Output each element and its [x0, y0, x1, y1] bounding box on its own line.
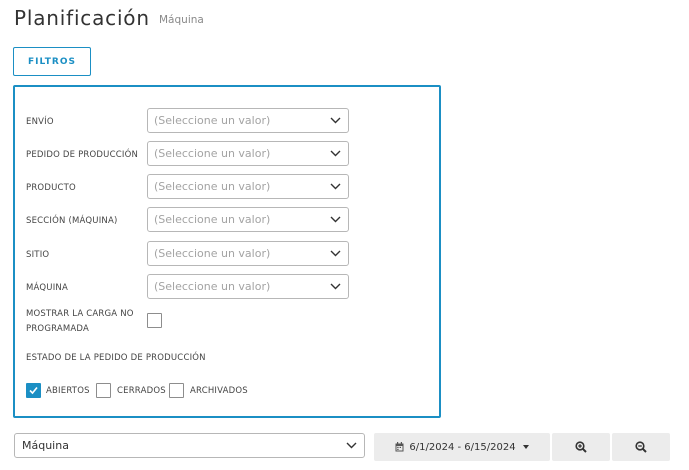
section-label: SECCIÓN (MÁQUINA): [26, 216, 118, 226]
chevron-down-icon: [330, 250, 341, 257]
view-select-value: Máquina: [22, 439, 69, 452]
product-label: PRODUCTO: [26, 183, 76, 193]
section-select[interactable]: (Seleccione un valor): [147, 207, 349, 232]
filter-panel: ENVÍO (Seleccione un valor) PEDIDO DE PR…: [13, 85, 441, 418]
open-orders-checkbox[interactable]: [26, 383, 41, 398]
chevron-down-icon: [346, 442, 357, 449]
date-range-button[interactable]: 6/1/2024 - 6/15/2024: [374, 433, 550, 461]
view-select[interactable]: Máquina: [14, 433, 365, 458]
unscheduled-load-label-line2: PROGRAMADA: [26, 324, 90, 334]
closed-orders-label: CERRADOS: [117, 386, 166, 396]
machine-select[interactable]: (Seleccione un valor): [147, 274, 349, 299]
site-select-placeholder: (Seleccione un valor): [154, 247, 271, 260]
production-order-select-placeholder: (Seleccione un valor): [154, 147, 271, 160]
archived-orders-checkbox[interactable]: [169, 383, 184, 398]
machine-label: MÁQUINA: [26, 283, 68, 293]
filters-button[interactable]: FILTROS: [13, 47, 91, 76]
machine-select-placeholder: (Seleccione un valor): [154, 280, 271, 293]
site-label: SITIO: [26, 250, 50, 260]
zoom-in-icon: [575, 441, 587, 453]
zoom-out-button[interactable]: [612, 433, 670, 461]
caret-down-icon: [522, 445, 529, 449]
closed-orders-checkbox[interactable]: [96, 383, 111, 398]
chevron-down-icon: [330, 183, 341, 190]
production-order-select[interactable]: (Seleccione un valor): [147, 141, 349, 166]
chevron-down-icon: [330, 216, 341, 223]
check-icon: [29, 386, 38, 395]
production-order-label: PEDIDO DE PRODUCCIÓN: [26, 150, 139, 160]
open-orders-label: ABIERTOS: [46, 386, 90, 396]
shipment-select[interactable]: (Seleccione un valor): [147, 108, 349, 133]
product-select[interactable]: (Seleccione un valor): [147, 174, 349, 199]
page-subtitle: Máquina: [159, 14, 204, 26]
product-select-placeholder: (Seleccione un valor): [154, 180, 271, 193]
zoom-out-icon: [635, 441, 647, 453]
site-select[interactable]: (Seleccione un valor): [147, 241, 349, 266]
page-title: Planificación: [14, 6, 150, 30]
unscheduled-load-label: MOSTRAR LA CARGA NO PROGRAMADA: [26, 307, 134, 337]
archived-orders-label: ARCHIVADOS: [190, 386, 248, 396]
zoom-in-button[interactable]: [552, 433, 610, 461]
shipment-label: ENVÍO: [26, 117, 54, 127]
chevron-down-icon: [330, 283, 341, 290]
unscheduled-load-label-line1: MOSTRAR LA CARGA NO: [26, 309, 134, 319]
order-state-title: ESTADO DE LA PEDIDO DE PRODUCCIÓN: [26, 353, 206, 363]
section-select-placeholder: (Seleccione un valor): [154, 213, 271, 226]
calendar-icon: [395, 442, 404, 452]
unscheduled-load-checkbox[interactable]: [147, 313, 162, 328]
chevron-down-icon: [330, 117, 341, 124]
shipment-select-placeholder: (Seleccione un valor): [154, 114, 271, 127]
date-range-text: 6/1/2024 - 6/15/2024: [409, 441, 516, 453]
chevron-down-icon: [330, 150, 341, 157]
